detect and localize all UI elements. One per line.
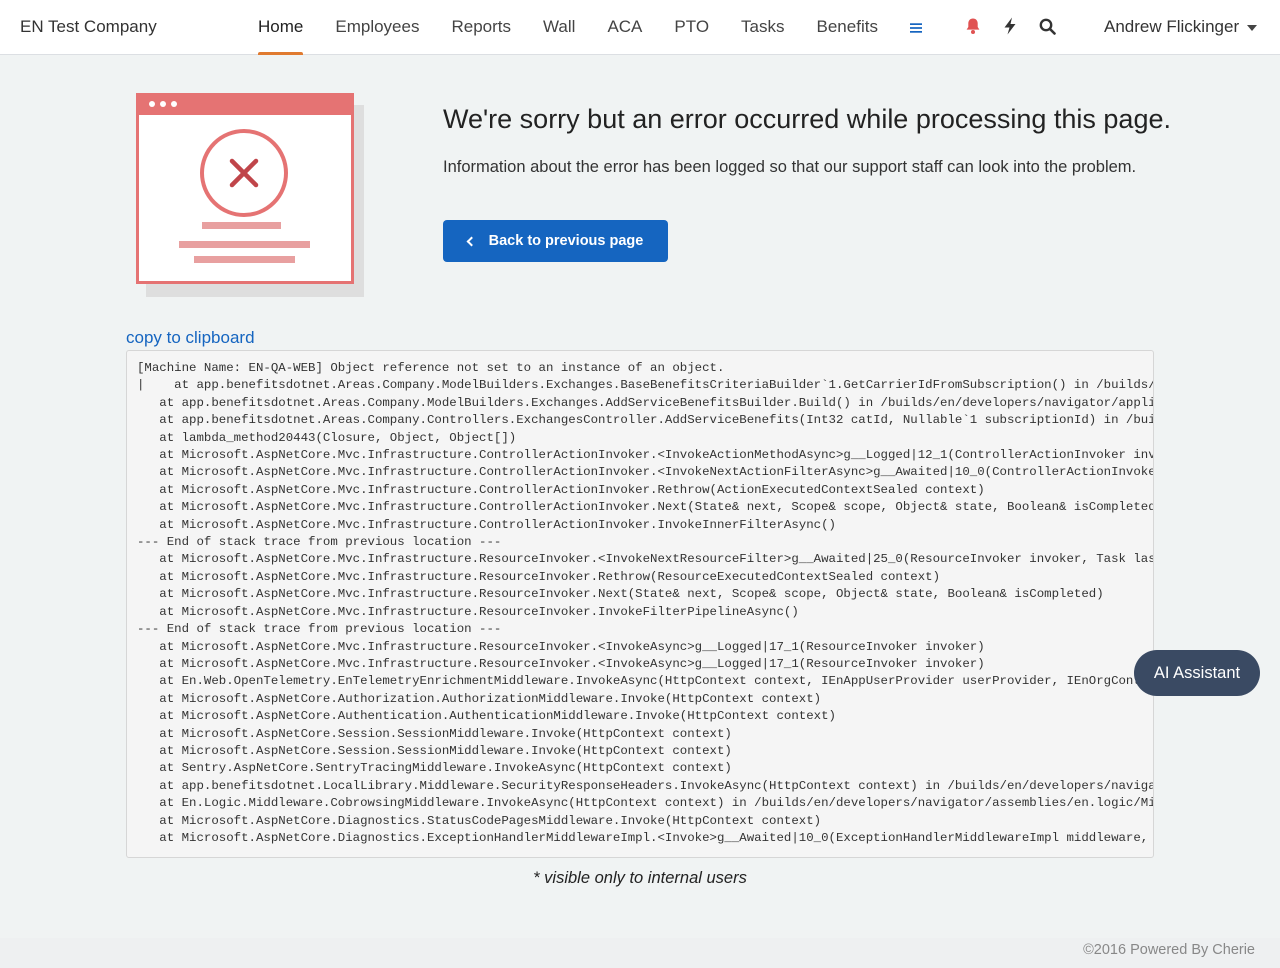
trace-line: at app.benefitsdotnet.Areas.Company.Cont… bbox=[159, 413, 1153, 428]
company-name[interactable]: EN Test Company bbox=[20, 17, 157, 37]
trace-line: at Microsoft.AspNetCore.Diagnostics.Exce… bbox=[159, 830, 1149, 845]
trace-line: at Microsoft.AspNetCore.Mvc.Infrastructu… bbox=[137, 482, 985, 497]
trace-line: --- End of stack trace from previous loc… bbox=[137, 535, 502, 550]
nav-home[interactable]: Home bbox=[242, 0, 319, 55]
trace-line: at Microsoft.AspNetCore.Mvc.Infrastructu… bbox=[137, 639, 985, 654]
trace-line: at Sentry.AspNetCore.SentryTracingMiddle… bbox=[137, 761, 732, 776]
trace-line: | at app.benefitsdotnet.Areas.Company.Mo… bbox=[137, 378, 1154, 393]
nav-aca[interactable]: ACA bbox=[591, 0, 658, 55]
error-title: We're sorry but an error occurred while … bbox=[443, 104, 1171, 134]
trace-line: at app.benefitsdotnet.Areas.Company.Mode… bbox=[159, 395, 1153, 410]
nav-reports[interactable]: Reports bbox=[435, 0, 527, 55]
ai-assistant-button[interactable]: AI Assistant bbox=[1134, 650, 1260, 696]
trace-line: --- End of stack trace from previous loc… bbox=[137, 622, 502, 637]
trace-line: at Microsoft.AspNetCore.Mvc.Infrastructu… bbox=[159, 465, 1154, 480]
error-description: Information about the error has been log… bbox=[443, 158, 1137, 176]
menu-icon[interactable] bbox=[894, 0, 938, 55]
trace-line: at Microsoft.AspNetCore.Mvc.Infrastructu… bbox=[137, 604, 799, 619]
user-menu[interactable]: Andrew Flickinger bbox=[1104, 17, 1258, 37]
top-navbar: EN Test Company Home Employees Reports W… bbox=[0, 0, 1280, 55]
nav-wall[interactable]: Wall bbox=[527, 0, 591, 55]
trace-line: at Microsoft.AspNetCore.Mvc.Infrastructu… bbox=[137, 656, 985, 671]
bell-icon[interactable] bbox=[963, 16, 983, 36]
stack-trace-box[interactable]: [Machine Name: EN-QA-WEB] Object referen… bbox=[126, 350, 1154, 858]
trace-line: [Machine Name: EN-QA-WEB] Object referen… bbox=[137, 361, 725, 375]
main-nav: Home Employees Reports Wall ACA PTO Task… bbox=[242, 0, 938, 55]
search-icon[interactable] bbox=[1037, 16, 1057, 36]
bolt-icon[interactable] bbox=[1000, 16, 1020, 36]
trace-line: at Microsoft.AspNetCore.Diagnostics.Stat… bbox=[137, 813, 822, 828]
trace-line: at Microsoft.AspNetCore.Authorization.Au… bbox=[137, 691, 822, 706]
trace-line: at Microsoft.AspNetCore.Session.SessionM… bbox=[137, 726, 732, 741]
trace-line: at Microsoft.AspNetCore.Mvc.Infrastructu… bbox=[159, 552, 1153, 567]
trace-line: at Microsoft.AspNetCore.Mvc.Infrastructu… bbox=[137, 587, 1104, 602]
nav-benefits[interactable]: Benefits bbox=[801, 0, 894, 55]
trace-line: at Microsoft.AspNetCore.Session.SessionM… bbox=[137, 743, 732, 758]
footer-copyright: ©2016 Powered By Cherie bbox=[1083, 942, 1255, 958]
back-button-label: Back to previous page bbox=[488, 233, 644, 249]
back-to-previous-button[interactable]: Back to previous page bbox=[443, 220, 668, 262]
error-illustration bbox=[136, 93, 366, 299]
chevron-left-icon bbox=[466, 236, 477, 246]
trace-line: at Microsoft.AspNetCore.Mvc.Infrastructu… bbox=[137, 500, 1154, 515]
trace-line: at app.benefitsdotnet.LocalLibrary.Middl… bbox=[159, 778, 1153, 793]
nav-tasks[interactable]: Tasks bbox=[725, 0, 800, 55]
trace-line: at En.Logic.Middleware.CobrowsingMiddlew… bbox=[137, 796, 1154, 811]
trace-line: at Microsoft.AspNetCore.Mvc.Infrastructu… bbox=[137, 569, 941, 584]
caret-down-icon bbox=[1247, 24, 1258, 31]
trace-line: at Microsoft.AspNetCore.Authentication.A… bbox=[137, 709, 836, 724]
footer: ©2016 Powered By Cherie bbox=[0, 938, 1280, 968]
nav-employees[interactable]: Employees bbox=[319, 0, 435, 55]
copy-to-clipboard-link[interactable]: copy to clipboard bbox=[126, 328, 255, 348]
trace-line: at Microsoft.AspNetCore.Mvc.Infrastructu… bbox=[137, 448, 1154, 463]
nav-pto[interactable]: PTO bbox=[658, 0, 725, 55]
user-name: Andrew Flickinger bbox=[1104, 17, 1240, 36]
trace-line: at Microsoft.AspNetCore.Mvc.Infrastructu… bbox=[137, 517, 836, 532]
trace-line: at lambda_method20443(Closure, Object, O… bbox=[137, 430, 517, 445]
trace-line: at En.Web.OpenTelemetry.EnTelemetryEnric… bbox=[137, 674, 1154, 689]
internal-users-note: * visible only to internal users bbox=[533, 869, 747, 887]
